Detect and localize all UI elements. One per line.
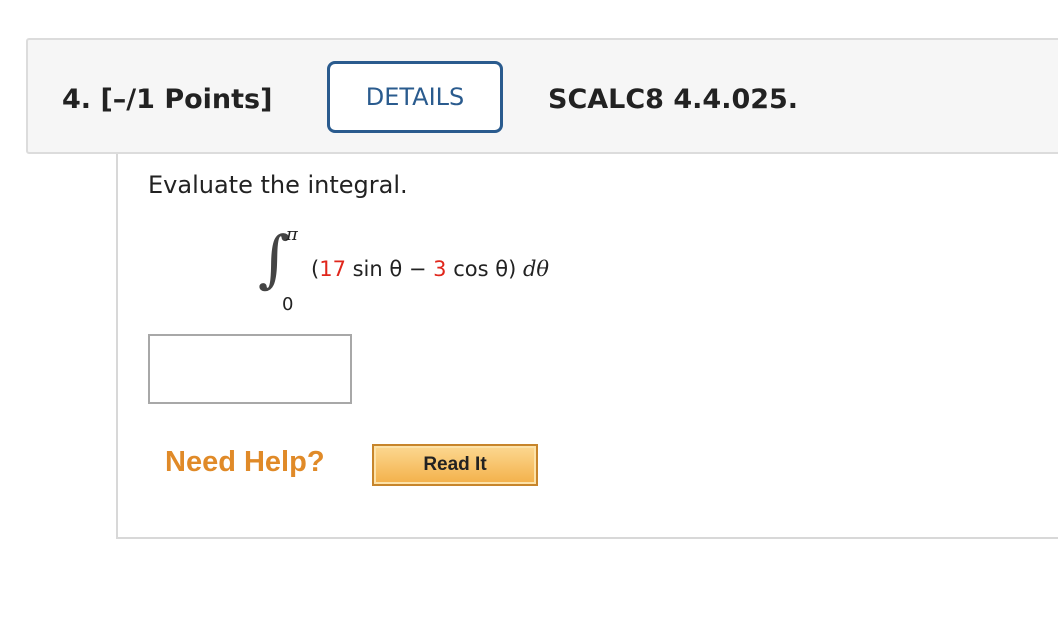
coefficient-17: 17 — [319, 257, 346, 281]
need-help-label: Need Help? — [165, 446, 325, 478]
read-it-button[interactable]: Read It — [372, 444, 538, 486]
lower-limit: 0 — [282, 294, 294, 315]
answer-input[interactable] — [148, 334, 352, 404]
problem-prompt: Evaluate the integral. — [148, 171, 408, 199]
upper-limit: π — [286, 224, 298, 245]
differential: dθ — [522, 257, 550, 281]
integrand: (17 sin θ − 3 cos θ) dθ — [311, 257, 549, 281]
question-title: 4. [–/1 Points] — [62, 84, 273, 115]
details-button[interactable]: DETAILS — [327, 61, 503, 133]
question-code: SCALC8 4.4.025. — [548, 84, 799, 115]
integral-expression: ∫ π 0 (17 sin θ − 3 cos θ) dθ — [258, 222, 738, 315]
question-body: Evaluate the integral. ∫ π 0 (17 sin θ −… — [116, 154, 1058, 539]
question-header: 4. [–/1 Points] DETAILS SCALC8 4.4.025. — [26, 38, 1058, 154]
open-paren: ( — [311, 257, 320, 281]
cos-term: cos θ) — [446, 257, 523, 281]
sin-term: sin θ − — [345, 257, 434, 281]
coefficient-3: 3 — [433, 257, 447, 281]
